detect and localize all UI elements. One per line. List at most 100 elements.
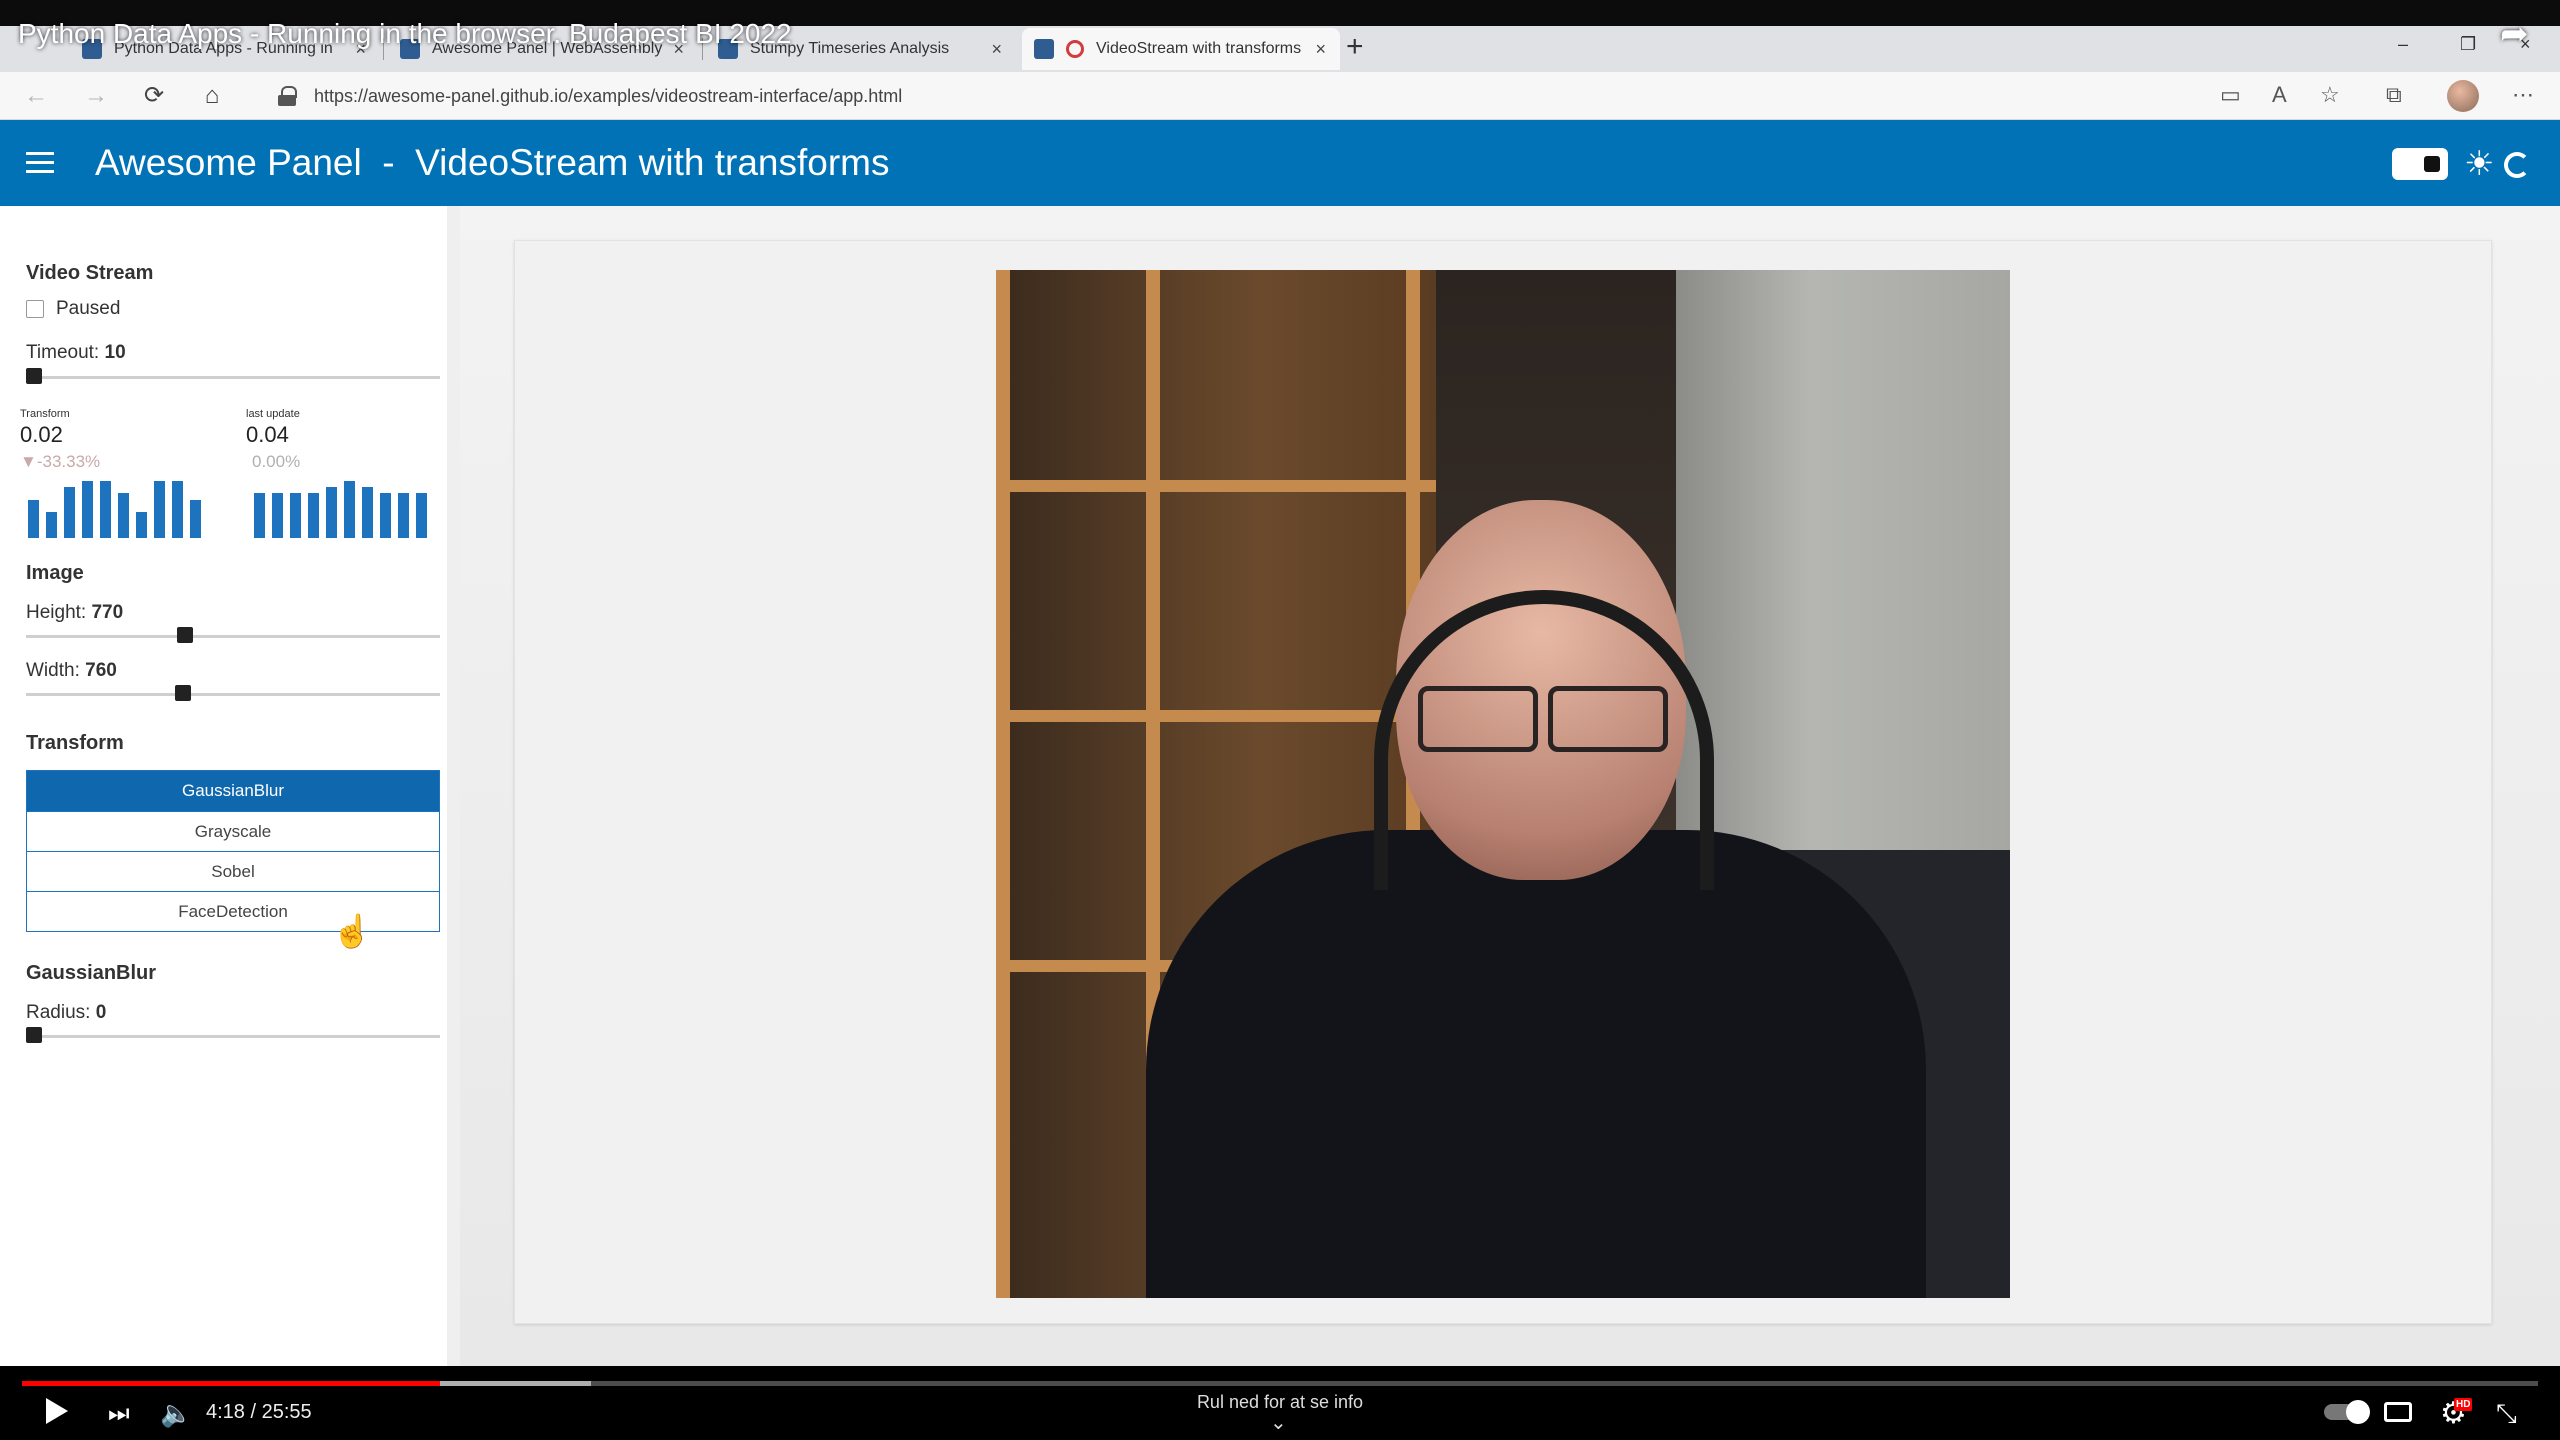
sidebar-scrollbar[interactable]	[447, 206, 460, 1366]
volume-icon[interactable]: 🔈	[160, 1398, 192, 1429]
read-aloud-icon[interactable]: A	[2272, 82, 2287, 108]
sparkline-bar	[190, 499, 201, 538]
share-icon[interactable]: ➦	[2500, 14, 2529, 54]
image-section-title: Image	[26, 562, 84, 584]
sparkline-bar	[100, 480, 111, 538]
width-value: 760	[85, 660, 117, 681]
tab-label: VideoStream with transforms	[1096, 40, 1302, 57]
paused-checkbox[interactable]	[26, 300, 44, 318]
time-display: 4:18 / 25:55	[206, 1401, 312, 1423]
indicator-sparkline	[246, 476, 436, 538]
page-title: VideoStream with transforms	[415, 142, 890, 183]
autoplay-toggle[interactable]	[2324, 1400, 2370, 1424]
sun-icon[interactable]: ☀	[2464, 144, 2494, 184]
transform-section-title: Transform	[26, 732, 124, 754]
video-icon[interactable]: ▭	[2220, 82, 2241, 108]
title-separator: -	[382, 142, 395, 183]
sparkline-bar	[344, 480, 355, 538]
indicator-title: last update	[246, 408, 300, 420]
profile-avatar[interactable]	[2447, 80, 2479, 112]
indicator-value: 0.04	[246, 422, 289, 447]
sparkline-bar	[82, 480, 93, 538]
sparkline-bar	[28, 499, 39, 538]
app-brand: Awesome Panel	[95, 142, 362, 183]
width-slider-handle[interactable]	[175, 685, 192, 701]
height-slider[interactable]	[26, 635, 440, 638]
favorite-icon[interactable]: ☆	[2320, 82, 2340, 108]
close-icon[interactable]: ×	[1315, 39, 1326, 60]
transform-option-facedetection[interactable]: FaceDetection	[27, 891, 439, 931]
progress-played	[22, 1381, 440, 1386]
reload-button[interactable]: ⟳	[138, 80, 170, 112]
address-bar-row: ← → ⟳ ⌂ https://awesome-panel.github.io/…	[0, 72, 2560, 120]
timeout-value: 10	[104, 342, 126, 363]
recording-icon	[1066, 40, 1084, 58]
sparkline-bar	[254, 493, 265, 538]
sparkline-bar	[154, 480, 165, 538]
theme-toggle[interactable]	[2392, 148, 2448, 180]
last-update-indicator: last update 0.04 0.00%	[246, 408, 436, 538]
url-text: https://awesome-panel.github.io/examples…	[314, 85, 903, 106]
radius-slider-handle[interactable]	[26, 1027, 42, 1043]
sparkline-bar	[118, 493, 129, 538]
transform-option-sobel[interactable]: Sobel	[27, 851, 439, 891]
sparkline-bar	[172, 480, 183, 538]
timeout-slider-label: Timeout: 10	[26, 342, 126, 364]
width-slider[interactable]	[26, 693, 440, 696]
radius-value: 0	[95, 1002, 107, 1023]
paused-checkbox-row[interactable]: Paused	[26, 298, 120, 320]
hamburger-menu-icon[interactable]	[26, 152, 54, 174]
sparkline-bar	[380, 493, 391, 538]
height-value: 770	[91, 602, 124, 623]
busy-indicator-icon	[2504, 152, 2530, 178]
video-stream-title: Video Stream	[26, 262, 154, 284]
more-icon[interactable]: ⋯	[2512, 82, 2534, 108]
subtitles-icon[interactable]	[2384, 1402, 2412, 1422]
shelf-board	[996, 710, 1436, 722]
hd-badge: HD	[2454, 1398, 2473, 1411]
hand-cursor-icon: ☝	[332, 913, 372, 949]
url-field[interactable]: https://awesome-panel.github.io/examples…	[250, 78, 2210, 114]
lock-icon[interactable]	[278, 86, 297, 106]
timeout-slider-handle[interactable]	[26, 368, 42, 384]
close-icon[interactable]: ×	[991, 39, 1002, 60]
fullscreen-exit-icon[interactable]: ⤡	[2496, 1398, 2517, 1430]
shelf-post	[996, 270, 1010, 1298]
paused-label: Paused	[56, 298, 121, 319]
restore-button[interactable]: ❐	[2460, 34, 2476, 55]
width-label-text: Width:	[26, 660, 80, 681]
person-body	[1146, 830, 1926, 1298]
app-header: Awesome Panel - VideoStream with transfo…	[0, 120, 2560, 206]
sparkline-bar	[46, 511, 57, 538]
back-button[interactable]: ←	[20, 80, 52, 112]
minimize-button[interactable]: –	[2398, 34, 2408, 55]
sparkline-bar	[272, 493, 283, 538]
height-label-text: Height:	[26, 602, 87, 623]
collections-icon[interactable]: ⧉	[2386, 82, 2402, 108]
home-button[interactable]: ⌂	[196, 80, 228, 112]
sparkline-bar	[308, 493, 319, 538]
indicator-value: 0.02	[20, 422, 63, 447]
radius-label-text: Radius:	[26, 1002, 91, 1023]
video-stream-image	[996, 270, 2010, 1298]
timeout-label-text: Timeout:	[26, 342, 100, 363]
app-title: Awesome Panel - VideoStream with transfo…	[95, 142, 890, 184]
chevron-down-icon[interactable]: ⌄	[1270, 1410, 1287, 1435]
sparkline-bar	[64, 487, 75, 538]
transform-radio-group: GaussianBlur Grayscale Sobel FaceDetecti…	[26, 770, 440, 932]
indicator-change: 0.00%	[252, 452, 301, 471]
indicator-title: Transform	[20, 408, 70, 420]
tab-videostream-transforms[interactable]: VideoStream with transforms ×	[1022, 28, 1340, 70]
next-icon[interactable]: ⏭	[108, 1400, 130, 1428]
forward-button[interactable]: →	[80, 80, 112, 112]
transform-option-grayscale[interactable]: Grayscale	[27, 811, 439, 851]
play-icon[interactable]	[46, 1398, 68, 1424]
width-slider-label: Width: 760	[26, 660, 117, 682]
transform-option-gaussianblur[interactable]: GaussianBlur	[27, 771, 439, 811]
new-tab-button[interactable]: +	[1346, 30, 1364, 64]
height-slider-handle[interactable]	[177, 627, 194, 643]
video-title[interactable]: Python Data Apps - Running in the browse…	[18, 18, 792, 50]
shelf-board	[996, 480, 1436, 492]
timeout-slider[interactable]	[26, 376, 440, 379]
radius-slider[interactable]	[26, 1035, 440, 1038]
